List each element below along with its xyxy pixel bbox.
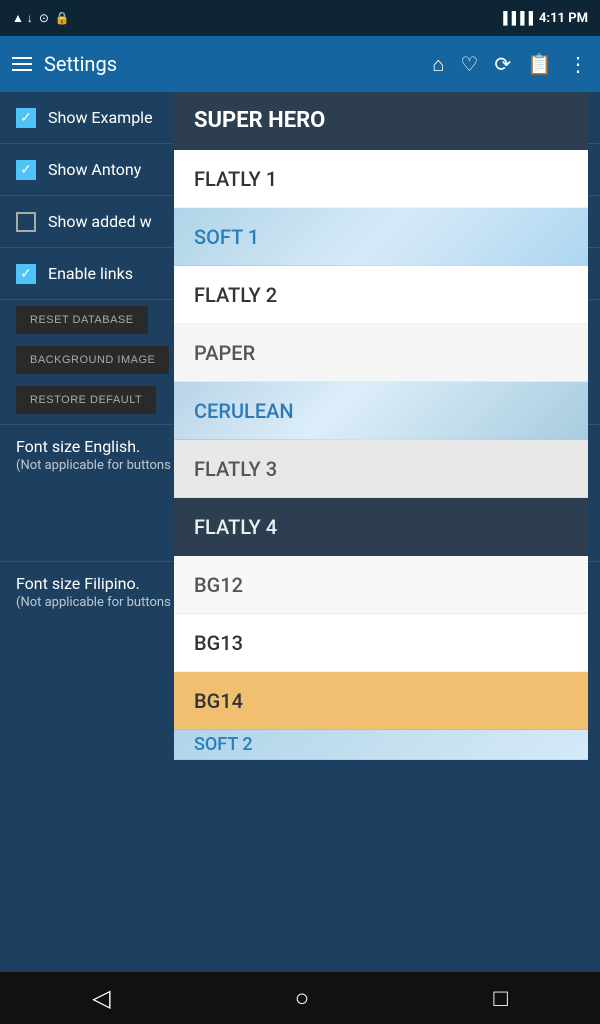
dropdown-item-soft2[interactable]: SOFT 2 [174, 730, 588, 760]
dropdown-item-flatly4[interactable]: FLATLY 4 [174, 498, 588, 556]
enable-links-label: Enable links [48, 264, 133, 283]
dropdown-item-cerulean[interactable]: CERULEAN [174, 382, 588, 440]
show-example-checkbox[interactable]: ✓ [16, 108, 36, 128]
wifi-icon: ⊙ [39, 11, 49, 25]
show-antony-label: Show Antony [48, 160, 141, 179]
home-button[interactable]: ○ [295, 984, 310, 1013]
more-icon[interactable]: ⋮ [568, 52, 588, 76]
dropdown-item-bg13[interactable]: BG13 [174, 614, 588, 672]
dropdown-item-bg14[interactable]: BG14 [174, 672, 588, 730]
home-icon[interactable]: ⌂ [432, 52, 444, 77]
restore-default-button[interactable]: RESTORE DEFAULT [16, 386, 156, 414]
show-example-label: Show Example [48, 108, 153, 127]
clipboard-icon[interactable]: 📋 [527, 52, 552, 76]
dropdown-item-flatly1[interactable]: FLATLY 1 [174, 150, 588, 208]
reset-database-button[interactable]: RESET DATABASE [16, 306, 148, 334]
dropdown-item-flatly3[interactable]: FLATLY 3 [174, 440, 588, 498]
main-content: ✓ Show Example ✓ Show Antony Show added … [0, 92, 600, 972]
toolbar-actions: ⌂ ♡ ⟳ 📋 ⋮ [432, 52, 588, 77]
toolbar: Settings ⌂ ♡ ⟳ 📋 ⋮ [0, 36, 600, 92]
history-icon[interactable]: ⟳ [494, 52, 511, 76]
show-added-label: Show added w [48, 212, 152, 231]
status-right: ▐▐▐▐ 4:11 PM [499, 11, 588, 26]
show-antony-checkbox[interactable]: ✓ [16, 160, 36, 180]
back-button[interactable]: ◁ [92, 984, 110, 1012]
dropdown-item-paper[interactable]: PAPER [174, 324, 588, 382]
menu-button[interactable] [12, 57, 32, 71]
dropdown-item-flatly2[interactable]: FLATLY 2 [174, 266, 588, 324]
status-left: ▲ ↓ ⊙ 🔒 [12, 11, 70, 25]
dropdown-item-soft1[interactable]: SOFT 1 [174, 208, 588, 266]
signal-icon: ▲ ↓ [12, 11, 33, 25]
recents-button[interactable]: □ [493, 984, 508, 1013]
theme-dropdown: SUPER HERO FLATLY 1 SOFT 1 FLATLY 2 PAPE… [174, 92, 588, 760]
settings-area: ✓ Show Example ✓ Show Antony Show added … [0, 92, 600, 972]
dropdown-item-super-hero[interactable]: SUPER HERO [174, 92, 588, 150]
toolbar-title: Settings [44, 52, 420, 76]
background-image-button[interactable]: BACKGROUND IMAGE [16, 346, 169, 374]
status-bar: ▲ ↓ ⊙ 🔒 ▐▐▐▐ 4:11 PM [0, 0, 600, 36]
show-added-checkbox[interactable] [16, 212, 36, 232]
signal-bars-icon: ▐▐▐▐ [499, 11, 533, 25]
dropdown-item-bg12[interactable]: BG12 [174, 556, 588, 614]
bottom-nav: ◁ ○ □ [0, 972, 600, 1024]
heart-icon[interactable]: ♡ [460, 52, 478, 76]
time-display: 4:11 PM [539, 11, 588, 26]
enable-links-checkbox[interactable]: ✓ [16, 264, 36, 284]
lock-icon: 🔒 [55, 11, 70, 25]
